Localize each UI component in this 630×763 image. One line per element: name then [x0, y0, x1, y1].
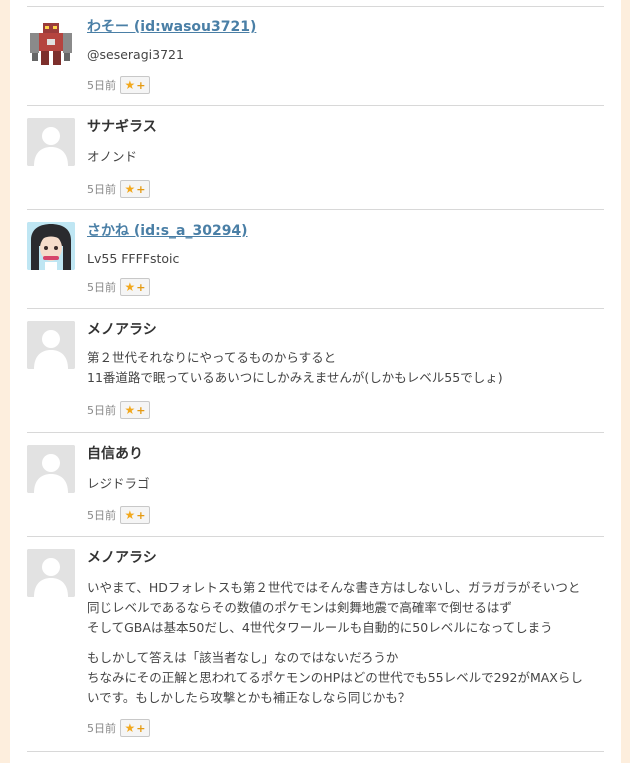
answer-item: メノアラシ 第２世代それなりにやってるものからすると 11番道路で眠っているあい…	[27, 308, 604, 433]
plus-icon: +	[136, 78, 146, 92]
answers-panel: わそー (id:wasou3721) @seseragi3721 5日前 ★+	[10, 0, 621, 763]
add-star-button[interactable]: ★ +	[120, 719, 150, 737]
user-name: メノアラシ	[87, 322, 157, 338]
page-background: わそー (id:wasou3721) @seseragi3721 5日前 ★+	[0, 0, 630, 763]
answer-meta: 5日前 ★ +	[87, 277, 150, 297]
plus-icon: +	[136, 280, 146, 294]
user-avatar[interactable]	[27, 222, 75, 270]
answer-text-line: もしかして答えは「該当者なし」なのではないだろうか	[87, 650, 399, 665]
answer-meta: 5日前 ★ +	[87, 400, 150, 420]
answer-text: いやまて、HDフォレトスも第２世代ではそんな書き方はしないし、ガラガラがそいつと…	[87, 578, 604, 708]
user-name-link[interactable]: わそー (id:wasou3721)	[87, 17, 604, 37]
add-star-button[interactable]: ★ +	[120, 278, 150, 296]
answer-text: 第２世代それなりにやってるものからすると 11番道路で眠っているあいつにしかみえ…	[87, 348, 604, 388]
user-name: 自信あり	[87, 446, 143, 462]
answer-text-line: 11番道路で眠っているあいつにしかみえませんが(しかもレベル55でしょ)	[87, 370, 503, 385]
posted-time: 5日前	[87, 722, 116, 735]
anime-girl-avatar-icon	[27, 222, 75, 270]
plus-icon: +	[136, 508, 146, 522]
answer-text-line: レジドラゴ	[87, 476, 150, 491]
user-avatar[interactable]	[27, 19, 75, 67]
answer-text: @seseragi3721	[87, 45, 604, 65]
answer-meta: 5日前 ★ +	[87, 505, 150, 525]
add-star-button[interactable]: ★ +	[120, 506, 150, 524]
user-name: サナギラス	[87, 119, 157, 135]
answer-text-line: オノンド	[87, 149, 138, 164]
answer-text-line: 第２世代それなりにやってるものからすると	[87, 350, 337, 365]
answer-text: レジドラゴ	[87, 474, 604, 494]
user-name-link[interactable]: さかね (id:s_a_30294)	[87, 221, 604, 241]
answer-item: わそー (id:wasou3721) @seseragi3721 5日前 ★ +	[27, 6, 604, 107]
default-avatar-icon	[27, 549, 75, 597]
plus-icon: +	[136, 182, 146, 196]
plus-icon: +	[136, 403, 146, 417]
posted-time: 5日前	[87, 509, 116, 522]
default-avatar-icon	[27, 445, 75, 493]
answer-text-line: いやまて、HDフォレトスも第２世代ではそんな書き方はしないし、ガラガラがそいつと	[87, 580, 581, 595]
answer-meta: 5日前 ★ +	[87, 718, 150, 738]
plus-icon: +	[136, 721, 146, 735]
answer-text-line: @seseragi3721	[87, 47, 184, 62]
robot-avatar-icon	[27, 19, 75, 67]
default-avatar-icon	[27, 321, 75, 369]
posted-time: 5日前	[87, 79, 116, 92]
posted-time: 5日前	[87, 404, 116, 417]
star-icon: ★	[124, 508, 136, 522]
answer-text: オノンド	[87, 147, 604, 167]
answer-text-line: そしてGBAは基本50だし、4世代タワールールも自動的に50レベルになってしまう	[87, 620, 553, 635]
answer-text-line: 同じレベルであるならその数値のポケモンは剣舞地震で高確率で倒せるはず	[87, 600, 512, 615]
add-star-button[interactable]: ★ +	[120, 180, 150, 198]
star-icon: ★	[124, 78, 136, 92]
posted-time: 5日前	[87, 183, 116, 196]
user-avatar[interactable]	[27, 549, 75, 597]
answer-text: Lv55 FFFFstoic	[87, 249, 604, 269]
add-star-button[interactable]: ★ +	[120, 76, 150, 94]
star-icon: ★	[124, 280, 136, 294]
star-icon: ★	[124, 721, 136, 735]
star-icon: ★	[124, 403, 136, 417]
add-star-button[interactable]: ★ +	[120, 401, 150, 419]
answer-meta: 5日前 ★ +	[87, 179, 150, 199]
answer-item: さかね (id:s_a_30294) Lv55 FFFFstoic 5日前 ★ +	[27, 209, 604, 310]
answer-item: サナギラス オノンド 5日前 ★ +	[27, 105, 604, 211]
star-icon: ★	[124, 182, 136, 196]
user-name: メノアラシ	[87, 550, 157, 566]
answer-meta: 5日前 ★ +	[87, 75, 150, 95]
user-avatar[interactable]	[27, 445, 75, 493]
answer-text-line: ちなみにその正解と思われてるポケモンのHPはどの世代でも55レベルで292がMA…	[87, 670, 583, 685]
user-avatar[interactable]	[27, 118, 75, 166]
user-avatar[interactable]	[27, 321, 75, 369]
answer-text-line: いです。もしかしたら攻撃とかも補正なしなら同じかも？	[87, 690, 411, 705]
answer-item: メノアラシ いやまて、HDフォレトスも第２世代ではそんな書き方はしないし、ガラガ…	[27, 536, 604, 752]
answer-item: 自信あり レジドラゴ 5日前 ★ +	[27, 432, 604, 537]
answer-text-line: Lv55 FFFFstoic	[87, 251, 180, 266]
posted-time: 5日前	[87, 281, 116, 294]
default-avatar-icon	[27, 118, 75, 166]
